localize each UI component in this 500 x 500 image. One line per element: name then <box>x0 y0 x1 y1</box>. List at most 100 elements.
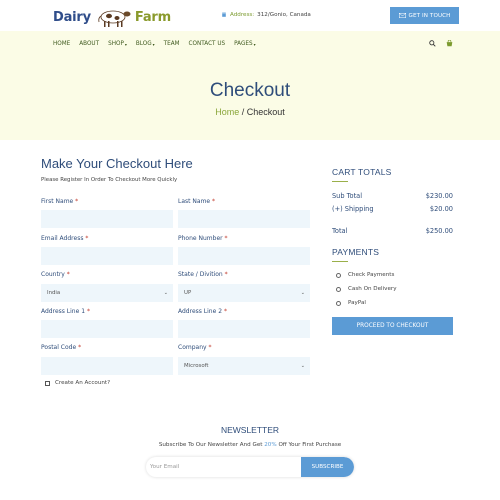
subtotal-label: Sub Total <box>332 192 363 200</box>
caret-down-icon: ▾ <box>253 41 256 47</box>
payment-option-label: PayPal <box>348 300 366 306</box>
phone-input[interactable] <box>178 247 310 265</box>
company-select[interactable]: Microsoft ⌄ <box>178 357 310 375</box>
proceed-to-checkout-button[interactable]: PROCEED TO CHECKOUT <box>332 317 453 335</box>
required-mark: * <box>75 198 79 205</box>
create-account-checkbox[interactable] <box>45 380 50 386</box>
state-select[interactable]: UP ⌄ <box>178 284 310 302</box>
radio-button[interactable] <box>336 272 341 278</box>
nav-item-blog[interactable]: BLOG ▾ <box>136 41 155 47</box>
payment-option-label: Check Payments <box>348 272 395 278</box>
chevron-down-icon: ⌄ <box>300 290 305 296</box>
country-label: Country * <box>41 271 70 278</box>
address-line-2-label-text: Address Line 2 <box>178 308 223 315</box>
page-title: Checkout <box>209 80 291 101</box>
nav-item-contact-us[interactable]: CONTACT US <box>189 41 226 47</box>
shipping-label: (+) Shipping <box>332 205 374 213</box>
breadcrumb: Home / Checkout <box>0 107 500 117</box>
first-name-input[interactable] <box>41 210 173 228</box>
phone-label-text: Phone Number <box>178 235 223 242</box>
payment-option-cod[interactable]: Cash On Delivery <box>336 286 397 292</box>
page-hero: Checkout Home / Checkout <box>0 58 500 140</box>
phone-label: Phone Number * <box>178 235 228 242</box>
address-line-1-label-text: Address Line 1 <box>41 308 86 315</box>
last-name-label-text: Last Name <box>178 198 211 205</box>
nav-item-home[interactable]: HOME <box>53 41 70 47</box>
nav-item-about[interactable]: ABOUT <box>79 41 99 47</box>
logo-text-dairy: Dairy <box>53 9 91 25</box>
newsletter-sub-text: Subscribe To Our Newsletter And Get <box>158 442 265 448</box>
email-label: Email Address * <box>41 235 88 242</box>
first-name-label: First Name * <box>41 198 78 205</box>
required-mark: * <box>223 308 227 315</box>
site-logo[interactable]: Dairy Farm <box>53 5 171 29</box>
newsletter-subtitle: Subscribe To Our Newsletter And Get 20% … <box>0 442 500 448</box>
checkout-form-subtitle: Please Register In Order To Checkout Mor… <box>41 177 178 183</box>
first-name-label-text: First Name <box>41 198 74 205</box>
required-mark: * <box>224 235 228 242</box>
total-label: Total <box>332 227 348 235</box>
search-icon[interactable] <box>429 40 436 47</box>
country-select[interactable]: India ⌄ <box>41 284 173 302</box>
breadcrumb-separator: / <box>239 107 247 117</box>
subscribe-button[interactable]: SUBSCRIBE <box>301 457 354 477</box>
nav-icons <box>429 40 453 47</box>
shipping-row: (+) Shipping $20.00 <box>332 205 453 213</box>
nav-menu: HOME ABOUT SHOP ▾ BLOG ▾ TEAM CONTACT US PAGES ▾ <box>53 41 265 47</box>
payment-option-paypal[interactable]: PayPal <box>336 300 366 306</box>
address-line-1-input[interactable] <box>41 320 173 338</box>
checkout-form-title: Make Your Checkout Here <box>41 156 193 171</box>
nav-item-label: HOME <box>53 41 71 47</box>
state-label-text: State / Divition <box>178 271 223 278</box>
chevron-down-icon: ⌄ <box>300 363 305 369</box>
required-mark: * <box>86 308 90 315</box>
nav-item-label: SHOP <box>108 41 124 47</box>
address-line-2-label: Address Line 2 * <box>178 308 227 315</box>
total-value: $250.00 <box>425 227 453 235</box>
email-input[interactable] <box>41 247 173 265</box>
state-select-value: UP <box>184 290 192 296</box>
required-mark: * <box>78 344 82 351</box>
map-pin-icon <box>222 12 226 17</box>
required-mark: * <box>85 235 89 242</box>
newsletter-sub-text-end: Off Your First Purchase <box>276 442 342 448</box>
nav-item-team[interactable]: TEAM <box>164 41 180 47</box>
breadcrumb-home-link[interactable]: Home <box>215 107 239 117</box>
caret-down-icon: ▾ <box>152 41 155 47</box>
create-account-label: Create An Account? <box>55 380 111 386</box>
newsletter-discount: 20% <box>264 442 277 448</box>
mail-icon <box>398 13 406 18</box>
payment-option-check[interactable]: Check Payments <box>336 272 394 278</box>
subtotal-value: $230.00 <box>425 192 453 200</box>
radio-button[interactable] <box>336 300 341 306</box>
required-mark: * <box>208 344 212 351</box>
create-account-option[interactable]: Create An Account? <box>45 380 110 386</box>
company-label: Company * <box>178 344 211 351</box>
nav-item-label: PAGES <box>234 41 253 47</box>
main-navbar: HOME ABOUT SHOP ▾ BLOG ▾ TEAM CONTACT US PAGES ▾ <box>0 31 500 58</box>
address-line-2-input[interactable] <box>178 320 310 338</box>
last-name-input[interactable] <box>178 210 310 228</box>
nav-item-pages[interactable]: PAGES ▾ <box>234 41 255 47</box>
nav-item-shop[interactable]: SHOP ▾ <box>108 41 127 47</box>
chevron-down-icon: ⌄ <box>163 290 168 296</box>
required-mark: * <box>66 271 70 278</box>
address-label: Address: <box>230 12 255 18</box>
cart-totals-divider <box>332 181 348 182</box>
cart-icon[interactable] <box>446 40 453 47</box>
postal-code-input[interactable] <box>41 357 173 375</box>
subtotal-row: Sub Total $230.00 <box>332 192 453 200</box>
newsletter-email-input[interactable] <box>150 457 300 477</box>
payments-title: PAYMENTS <box>332 247 380 257</box>
shipping-value: $20.00 <box>429 205 453 213</box>
radio-button[interactable] <box>336 286 341 292</box>
state-label: State / Divition * <box>178 271 228 278</box>
get-in-touch-button[interactable]: GET IN TOUCH <box>390 7 459 24</box>
nav-item-label: CONTACT US <box>188 41 226 47</box>
top-header: Dairy Farm Address: 312/Gonio, Canada GE… <box>0 0 500 31</box>
cart-totals-title: CART TOTALS <box>332 167 392 177</box>
logo-text-farm: Farm <box>134 9 171 25</box>
payment-option-label: Cash On Delivery <box>348 286 397 292</box>
company-label-text: Company <box>178 344 207 351</box>
email-label-text: Email Address <box>41 235 84 242</box>
